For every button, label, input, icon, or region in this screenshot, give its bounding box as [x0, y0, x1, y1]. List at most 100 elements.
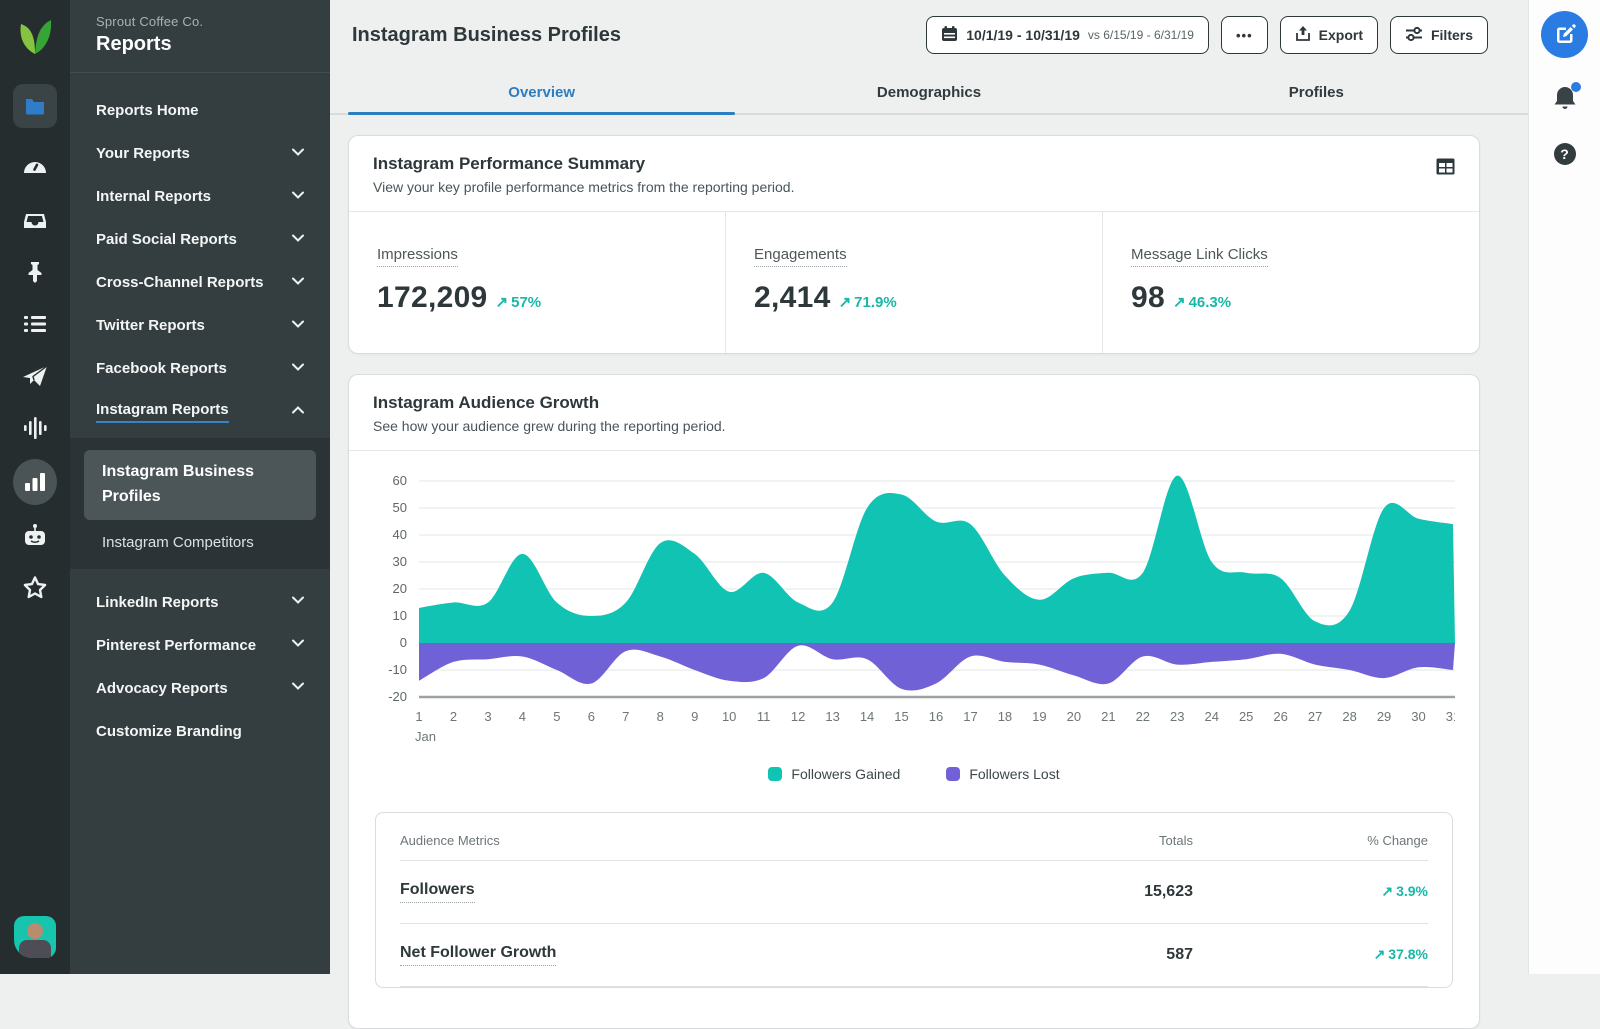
svg-text:9: 9	[691, 709, 698, 724]
star-icon[interactable]	[13, 562, 57, 614]
sidebar-item-reports-home[interactable]: Reports Home	[70, 89, 330, 132]
followers-gained-swatch	[768, 767, 782, 781]
sidebar-subitem-instagram-business-profiles[interactable]: Instagram Business Profiles	[84, 450, 316, 520]
page-header: Instagram Business Profiles 10/1/19 - 10…	[330, 0, 1528, 70]
svg-text:26: 26	[1273, 709, 1287, 724]
metric-label[interactable]: Message Link Clicks	[1131, 246, 1268, 267]
more-options-button[interactable]: •••	[1221, 16, 1268, 54]
metric-value: 2,414	[754, 281, 831, 315]
sidebar-item-linkedin-reports[interactable]: LinkedIn Reports	[70, 581, 330, 624]
svg-text:30: 30	[393, 554, 407, 569]
table-view-icon[interactable]	[1436, 158, 1455, 180]
svg-text:40: 40	[393, 527, 407, 542]
row-metric-label[interactable]: Net Follower Growth	[400, 944, 556, 966]
svg-text:0: 0	[400, 635, 407, 650]
sidebar-item-facebook-reports[interactable]: Facebook Reports	[70, 347, 330, 390]
sprout-logo-icon[interactable]	[17, 14, 53, 58]
row-change: 37.8%	[1374, 946, 1428, 962]
filters-icon	[1405, 26, 1423, 45]
metric-label[interactable]: Engagements	[754, 246, 847, 267]
sidebar-item-your-reports[interactable]: Your Reports	[70, 132, 330, 175]
metric-change: 57%	[496, 293, 542, 311]
svg-text:8: 8	[657, 709, 664, 724]
growth-card-subtitle: See how your audience grew during the re…	[373, 418, 1455, 434]
chevron-down-icon	[292, 320, 304, 332]
svg-text:-10: -10	[388, 662, 407, 677]
dashboard-gauge-icon[interactable]	[13, 142, 57, 194]
sidebar-item-twitter-reports[interactable]: Twitter Reports	[70, 304, 330, 347]
chevron-down-icon	[292, 639, 304, 651]
bot-icon[interactable]	[13, 510, 57, 562]
notifications-button[interactable]	[1552, 85, 1578, 117]
svg-text:31: 31	[1446, 709, 1455, 724]
svg-text:12: 12	[791, 709, 805, 724]
sidebar-item-advocacy-reports[interactable]: Advocacy Reports	[70, 667, 330, 710]
pin-icon[interactable]	[13, 246, 57, 298]
svg-text:30: 30	[1411, 709, 1425, 724]
inbox-icon[interactable]	[13, 194, 57, 246]
sidebar-subitem-instagram-competitors[interactable]: Instagram Competitors	[84, 520, 316, 557]
svg-text:20: 20	[393, 581, 407, 596]
metric-label[interactable]: Impressions	[377, 246, 458, 267]
performance-summary-card: Instagram Performance Summary View your …	[348, 135, 1480, 354]
tab-demographics[interactable]: Demographics	[735, 70, 1122, 113]
chevron-down-icon	[292, 191, 304, 203]
table-row-followers: Followers 15,623 3.9%	[400, 861, 1428, 924]
col-header-audience-metrics: Audience Metrics	[400, 833, 943, 848]
col-header-change: % Change	[1193, 833, 1428, 848]
export-button[interactable]: Export	[1280, 16, 1378, 54]
table-row-net-follower-growth: Net Follower Growth 587 37.8%	[400, 924, 1428, 987]
col-header-totals: Totals	[943, 833, 1193, 848]
user-avatar[interactable]	[14, 916, 56, 958]
sidebar-item-paid-social-reports[interactable]: Paid Social Reports	[70, 218, 330, 261]
publish-send-icon[interactable]	[13, 350, 57, 402]
folder-nav-icon[interactable]	[13, 84, 57, 128]
audience-growth-chart: 6050403020100-10-20123456789101112131415…	[373, 467, 1455, 751]
svg-text:29: 29	[1377, 709, 1391, 724]
legend-followers-lost[interactable]: Followers Lost	[946, 766, 1059, 782]
svg-text:23: 23	[1170, 709, 1184, 724]
report-tabs: Overview Demographics Profiles	[330, 70, 1528, 115]
metric-change: 71.9%	[839, 293, 897, 311]
legend-followers-gained[interactable]: Followers Gained	[768, 766, 900, 782]
sidebar-item-customize-branding[interactable]: Customize Branding	[70, 710, 330, 753]
chevron-down-icon	[292, 234, 304, 246]
filters-label: Filters	[1431, 27, 1473, 43]
svg-text:-20: -20	[388, 689, 407, 704]
svg-text:24: 24	[1204, 709, 1218, 724]
tab-overview[interactable]: Overview	[348, 70, 735, 113]
row-change: 3.9%	[1381, 883, 1428, 899]
row-total: 15,623	[943, 883, 1193, 901]
compose-button[interactable]	[1541, 11, 1588, 58]
sidebar-item-internal-reports[interactable]: Internal Reports	[70, 175, 330, 218]
export-icon	[1295, 25, 1311, 45]
listening-pulse-icon[interactable]	[13, 402, 57, 454]
notification-badge	[1571, 82, 1581, 92]
date-range-button[interactable]: 10/1/19 - 10/31/19 vs 6/15/19 - 6/31/19	[926, 16, 1209, 54]
svg-text:21: 21	[1101, 709, 1115, 724]
svg-text:25: 25	[1239, 709, 1253, 724]
sidebar-item-cross-channel-reports[interactable]: Cross-Channel Reports	[70, 261, 330, 304]
sidebar-item-instagram-reports[interactable]: Instagram Reports	[70, 390, 330, 433]
svg-text:11: 11	[757, 709, 771, 724]
svg-text:3: 3	[484, 709, 491, 724]
tab-profiles[interactable]: Profiles	[1123, 70, 1510, 113]
help-button[interactable]: ?	[1554, 143, 1576, 165]
filters-button[interactable]: Filters	[1390, 16, 1488, 54]
sidebar-item-pinterest-performance[interactable]: Pinterest Performance	[70, 624, 330, 667]
chevron-down-icon	[292, 277, 304, 289]
reports-chart-icon[interactable]	[13, 454, 57, 510]
svg-text:6: 6	[588, 709, 595, 724]
metric-value: 98	[1131, 281, 1165, 315]
chevron-up-icon	[292, 406, 304, 418]
metric-message-link-clicks: Message Link Clicks 98 46.3%	[1103, 212, 1479, 353]
svg-text:7: 7	[622, 709, 629, 724]
summary-card-subtitle: View your key profile performance metric…	[373, 179, 1455, 195]
date-range-label: 10/1/19 - 10/31/19	[966, 27, 1080, 43]
svg-text:27: 27	[1308, 709, 1322, 724]
chevron-down-icon	[292, 682, 304, 694]
row-metric-label[interactable]: Followers	[400, 881, 475, 903]
list-icon[interactable]	[13, 298, 57, 350]
utility-rail: ?	[1528, 0, 1600, 974]
company-name: Sprout Coffee Co.	[96, 14, 304, 29]
